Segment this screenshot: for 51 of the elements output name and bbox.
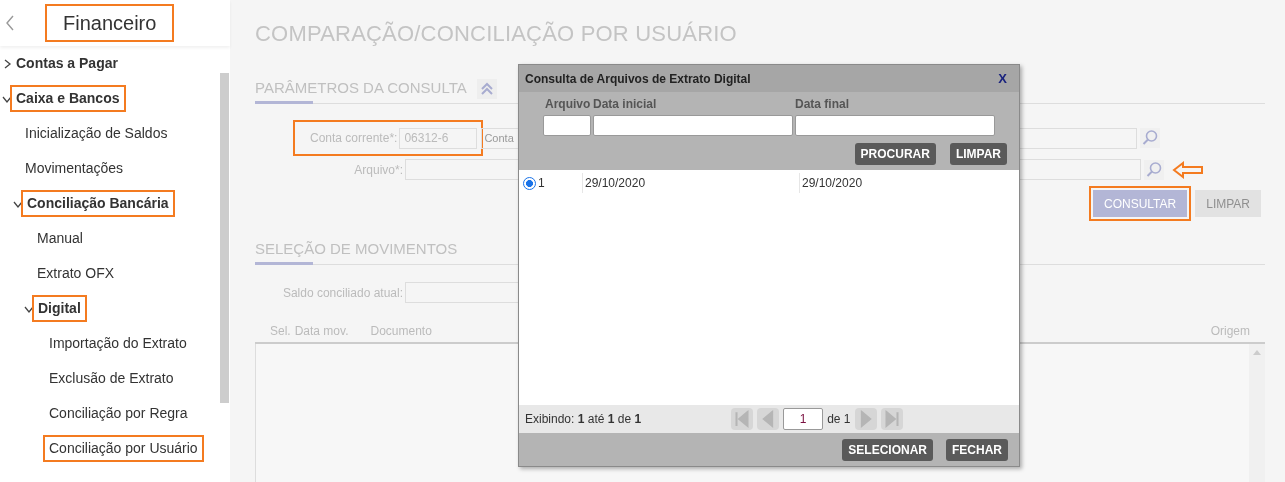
menu-item[interactable]: Conciliação por Regra [45,402,192,425]
filter-label: Data inicial [593,96,658,113]
page-field[interactable]: 1 [783,408,824,430]
search-icon[interactable] [1144,159,1164,180]
column-header: Documento [370,323,432,340]
menu-item[interactable]: Contas a Pagar [12,52,122,75]
radio-button[interactable] [523,176,536,190]
table-cell: 29/10/2020 [582,173,799,193]
filter-field[interactable] [593,115,793,136]
menu-item[interactable]: Caixa e Bancos [12,87,124,110]
menu-item[interactable]: Movimentações [21,157,128,180]
menu-item[interactable]: Inicialização de Saldos [21,122,172,145]
filter-field[interactable] [543,115,591,136]
back-icon[interactable] [5,15,15,31]
last-page-icon[interactable] [880,408,903,430]
collapse-icon[interactable] [476,78,497,99]
dialog-button[interactable]: LIMPAR [949,143,1007,165]
menu-item[interactable]: Exclusão de Extrato [45,367,178,390]
column-header: Sel. [270,323,291,340]
field-label: Arquivo*: [353,161,404,179]
dialog-button[interactable]: FECHAR [946,438,1008,461]
first-page-icon[interactable] [731,408,754,430]
menu-item[interactable]: Importação do Extrato [45,332,191,355]
dialog-title: Consulta de Arquivos de Extrato Digital [525,70,751,88]
field-label: Conta corrente*: [310,130,398,147]
menu-item[interactable]: Manual [33,227,87,250]
previous-page-icon[interactable] [757,408,780,430]
menu-item[interactable]: Digital [34,297,85,320]
column-header: Origem [1210,323,1250,340]
field-label: Saldo conciliado atual: [281,284,404,302]
page-total: de 1 [827,411,851,428]
menu-item[interactable]: Extrato OFX [33,262,119,285]
filter-label: Arquivo [544,96,591,113]
next-page-icon[interactable] [854,408,877,430]
column-header: Data mov. [294,323,349,340]
menu-item[interactable]: Conciliação por Usuário [45,437,202,460]
close-button[interactable]: X [998,68,1007,89]
scrollbar[interactable] [220,73,229,403]
scrollbar[interactable] [1249,344,1265,482]
pagination-status: Exibindo: 1 até 1 de 1 [525,411,642,428]
dialog-button[interactable]: SELECIONAR [842,438,933,461]
filter-field[interactable] [795,115,995,136]
scroll-up-icon[interactable] [1253,350,1261,355]
table-cell-text: 1 [537,175,546,192]
sidebar-title: Financeiro [47,6,173,40]
chevron-right-icon[interactable] [2,58,12,69]
dialog-button[interactable]: PROCURAR [854,143,936,165]
menu-item[interactable]: Conciliação Bancária [23,192,173,215]
search-icon[interactable] [1140,128,1161,148]
filter-label: Data final [795,96,850,113]
table-cell: 29/10/2020 [799,173,999,193]
